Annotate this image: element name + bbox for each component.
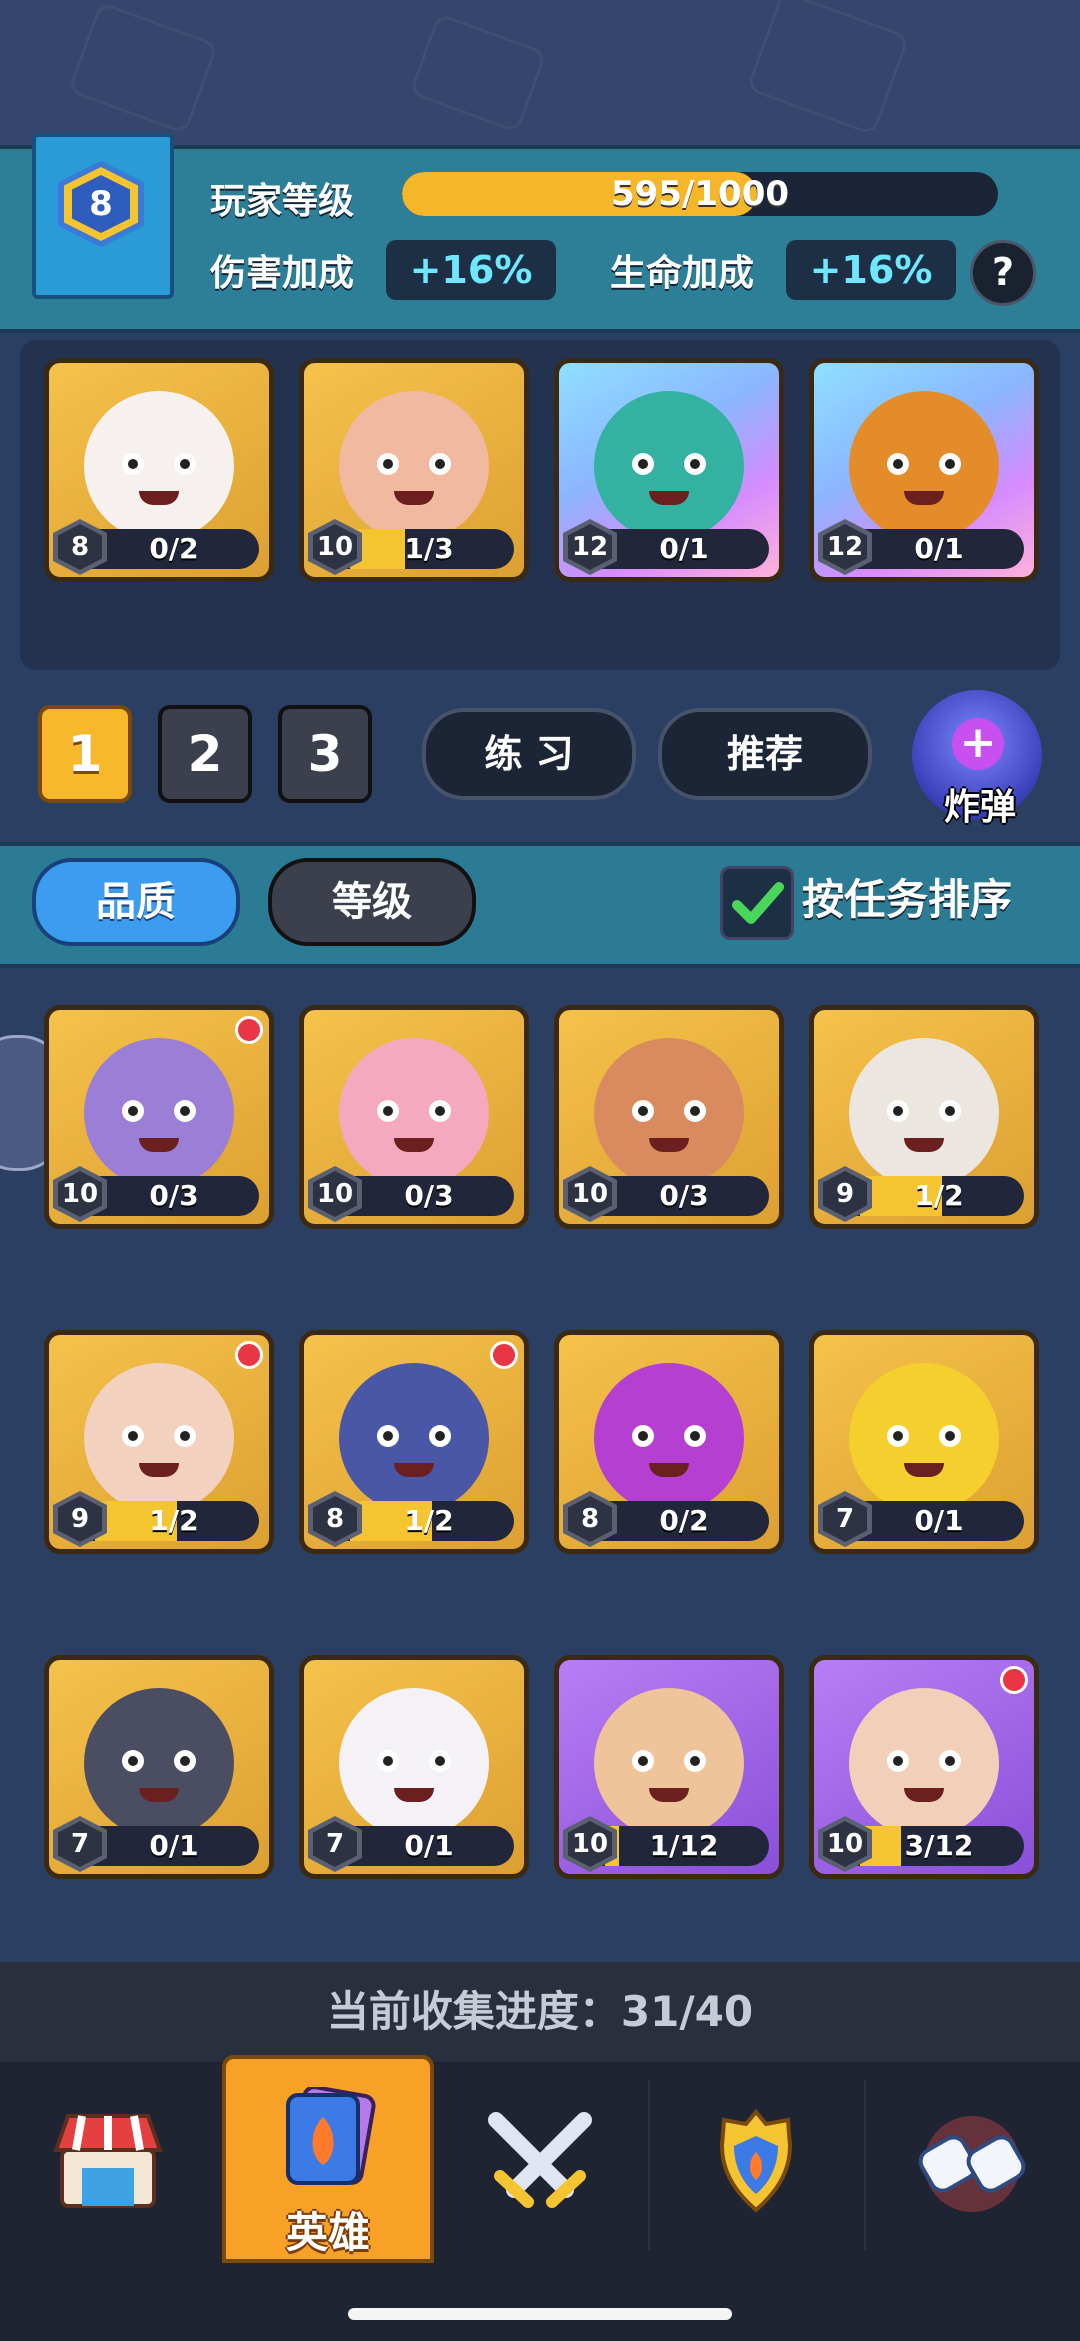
deck-tab-1[interactable]: 1: [38, 705, 132, 803]
bomb-label: 炸弹: [943, 787, 1016, 828]
hero-card[interactable]: 1/2 8: [299, 1330, 529, 1554]
health-bonus-value: +16%: [786, 240, 956, 300]
forest-elf-icon: [594, 1688, 744, 1838]
xp-progress-text: 595/1000: [610, 174, 790, 214]
hero-card[interactable]: 0/1 7: [44, 1655, 274, 1879]
nav-heroes-label: 英雄: [285, 2208, 370, 2257]
team-card-count: 0/2: [149, 532, 199, 565]
nav-heroes[interactable]: 英雄: [222, 2055, 434, 2263]
help-button[interactable]: ?: [970, 240, 1036, 306]
masked-shaman-icon: [849, 1038, 999, 1188]
hero-card[interactable]: 3/12 10: [809, 1655, 1039, 1879]
hero-card-count: 0/1: [404, 1829, 454, 1862]
deck-tab-3[interactable]: 3: [278, 705, 372, 803]
pink-ninja-girl-icon: [339, 1038, 489, 1188]
filter-quality-button[interactable]: 品质: [32, 858, 240, 946]
deck-tab-2[interactable]: 2: [158, 705, 252, 803]
hero-card-count: 3/12: [904, 1829, 974, 1862]
damage-bonus-label: 伤害加成: [210, 253, 355, 294]
recommend-button[interactable]: 推荐: [658, 708, 872, 800]
damage-bonus-value: +16%: [386, 240, 556, 300]
purple-spider-icon: [594, 1363, 744, 1513]
guild-shield-icon: [719, 2108, 793, 2213]
team-card[interactable]: 0/1 12: [809, 358, 1039, 582]
ghost-king-icon: [594, 391, 744, 541]
cloud-spirit-icon: [339, 1688, 489, 1838]
hero-card[interactable]: 0/3 10: [44, 1005, 274, 1229]
team-card-count: 0/1: [914, 532, 964, 565]
hero-card[interactable]: 0/3 10: [554, 1005, 784, 1229]
crossed-swords-icon: [488, 2112, 592, 2208]
checkmark-icon: [732, 882, 784, 924]
notification-dot: [1000, 1666, 1028, 1694]
white-cat-pharaoh-icon: [84, 391, 234, 541]
notification-dot: [490, 1341, 518, 1369]
practice-button[interactable]: 练 习: [422, 708, 636, 800]
player-level-label: 玩家等级: [210, 181, 355, 222]
sort-by-task-checkbox[interactable]: [720, 866, 794, 940]
nav-shop[interactable]: [0, 2070, 216, 2270]
notification-dot: [235, 1016, 263, 1044]
hero-card[interactable]: 0/1 7: [299, 1655, 529, 1879]
top-background: [0, 0, 1080, 150]
hero-card-count: 1/2: [149, 1504, 199, 1537]
nav-guild[interactable]: [648, 2070, 864, 2270]
hero-card-count: 0/3: [404, 1179, 454, 1212]
hero-card-count: 1/2: [914, 1179, 964, 1212]
hero-card-count: 0/2: [659, 1504, 709, 1537]
hero-card[interactable]: 0/2 8: [554, 1330, 784, 1554]
nav-events[interactable]: [864, 2070, 1080, 2270]
hero-card-count: 0/1: [914, 1504, 964, 1537]
hero-card[interactable]: 1/12 10: [554, 1655, 784, 1879]
nav-battle[interactable]: [432, 2070, 648, 2270]
hero-card[interactable]: 1/2 9: [809, 1005, 1039, 1229]
werewolf-icon: [84, 1688, 234, 1838]
knight-helmet-icon: [339, 391, 489, 541]
filter-level-button[interactable]: 等级: [268, 858, 476, 946]
hero-card-count: 0/3: [149, 1179, 199, 1212]
tribal-girl-icon: [594, 1038, 744, 1188]
hero-card-count: 0/1: [149, 1829, 199, 1862]
home-indicator: [348, 2308, 732, 2320]
hero-card-count: 0/3: [659, 1179, 709, 1212]
player-level-badge[interactable]: 8: [32, 133, 174, 299]
hero-card[interactable]: 1/2 9: [44, 1330, 274, 1554]
hero-card-count: 1/12: [649, 1829, 719, 1862]
hero-card-count: 1/2: [404, 1504, 454, 1537]
sort-by-task-label: 按任务排序: [802, 875, 1013, 924]
ice-golem-icon: [339, 1363, 489, 1513]
fist-bump-icon: [918, 2116, 1026, 2212]
hero-card[interactable]: 0/1 7: [809, 1330, 1039, 1554]
vampire-maid-icon: [84, 1038, 234, 1188]
bomb-plus-icon: +: [952, 718, 1004, 770]
team-card-count: 0/1: [659, 532, 709, 565]
hero-cards-icon: [286, 2087, 376, 2185]
health-bonus-label: 生命加成: [610, 253, 755, 294]
ice-queen-icon: [849, 1688, 999, 1838]
rooster-boxer-icon: [849, 1363, 999, 1513]
notification-dot: [235, 1341, 263, 1369]
pumpkin-magician-icon: [849, 391, 999, 541]
collection-progress: 当前收集进度：31/40: [0, 1962, 1080, 2062]
shop-icon: [53, 2114, 163, 2208]
team-card-count: 1/3: [404, 532, 454, 565]
hero-card[interactable]: 0/3 10: [299, 1005, 529, 1229]
team-card[interactable]: 0/2 8: [44, 358, 274, 582]
team-card[interactable]: 1/3 10: [299, 358, 529, 582]
old-dwarf-icon: [84, 1363, 234, 1513]
team-card[interactable]: 0/1 12: [554, 358, 784, 582]
